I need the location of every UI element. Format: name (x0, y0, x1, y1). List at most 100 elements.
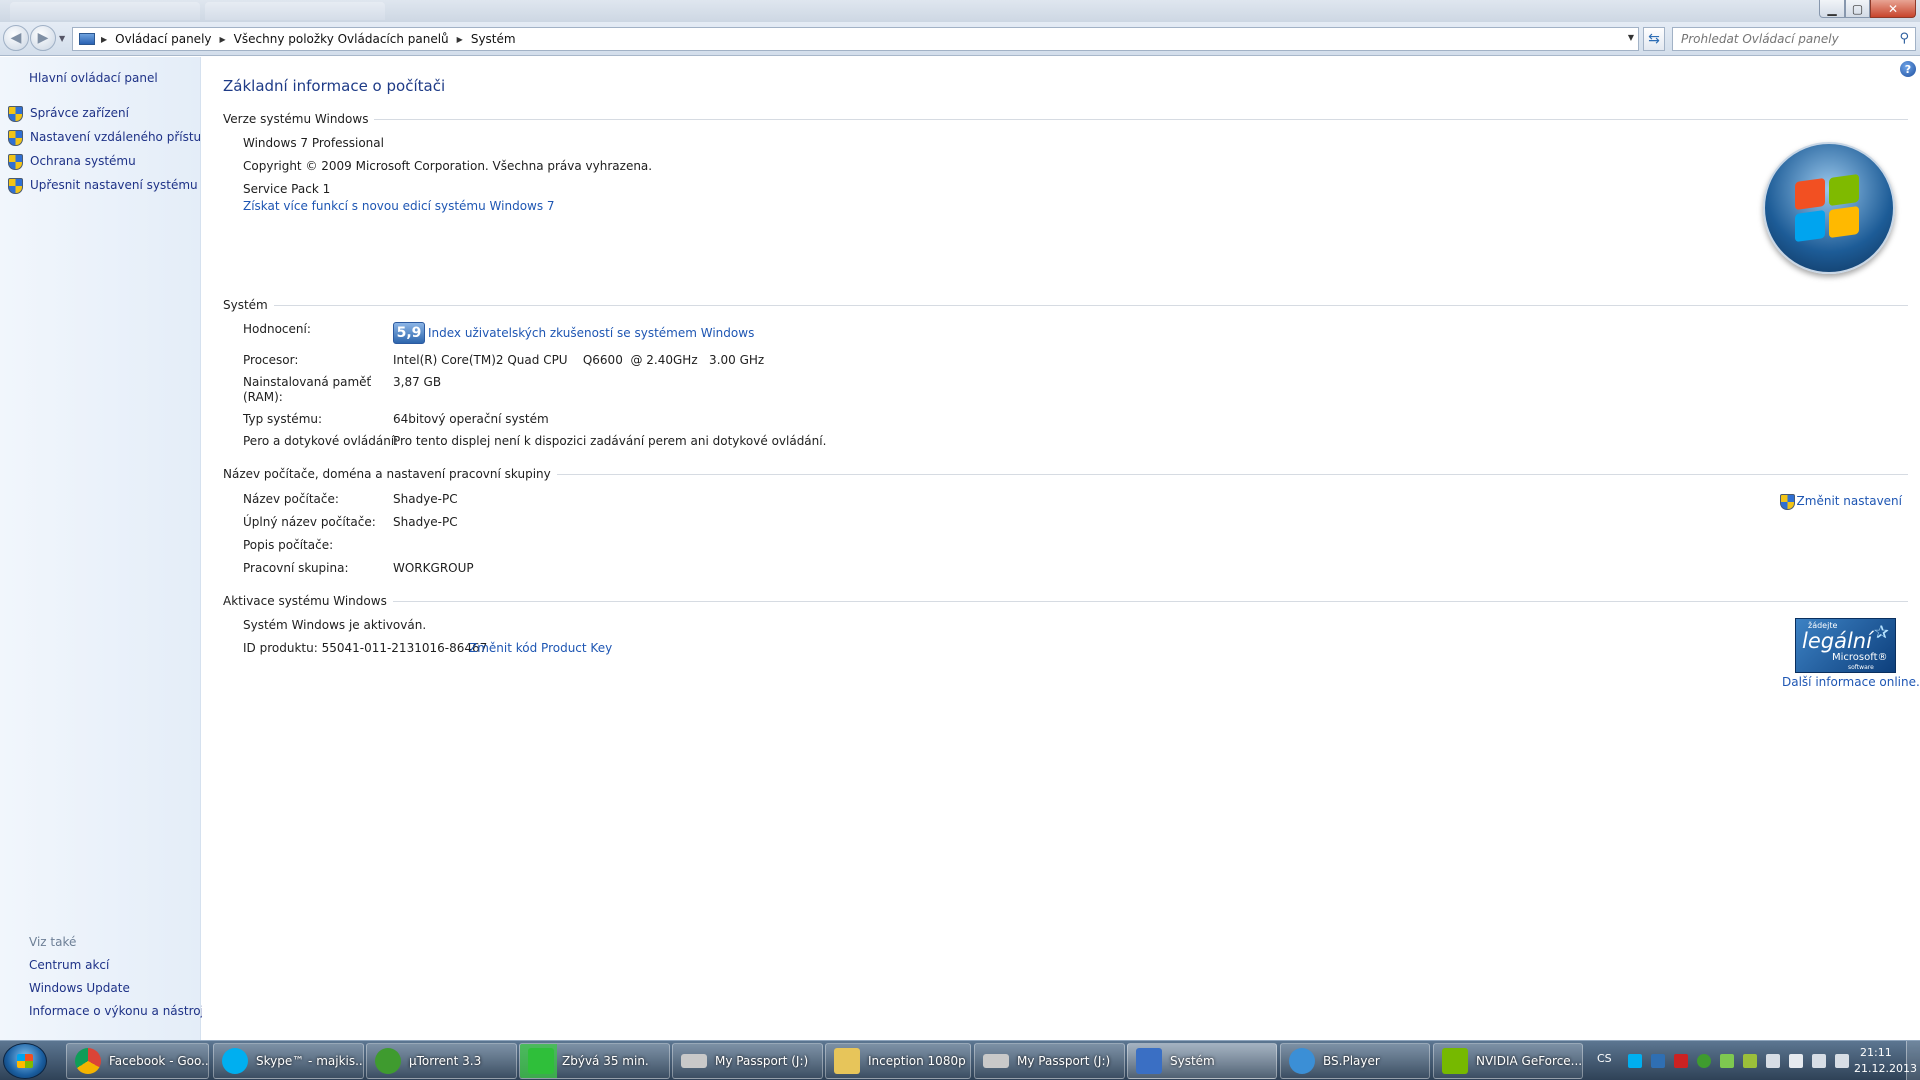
recent-pages-dropdown-icon[interactable]: ▼ (59, 34, 65, 43)
task-link-system-protection[interactable]: Ochrana systému (7, 153, 136, 170)
taskbar-button-label: µTorrent 3.3 (409, 1054, 482, 1068)
section-heading: Systém (223, 298, 268, 312)
service-pack: Service Pack 1 (243, 182, 331, 196)
address-history-dropdown-icon[interactable]: ▼ (1628, 33, 1634, 42)
taskbar-button[interactable]: NVIDIA GeForce... (1433, 1043, 1583, 1079)
skype-tray-icon[interactable] (1628, 1054, 1642, 1068)
system-icon (1136, 1048, 1162, 1074)
taskbar-button-label: Skype™ - majkis... (256, 1054, 364, 1068)
skype-icon (222, 1048, 248, 1074)
help-icon[interactable]: ? (1900, 61, 1916, 77)
section-divider (374, 118, 1908, 120)
section-divider (392, 600, 1908, 602)
section-heading: Název počítače, doména a nastavení praco… (223, 467, 551, 481)
forward-button[interactable]: ▶ (30, 25, 56, 51)
drive-icon (983, 1054, 1009, 1068)
system-type-value: 64bitový operační systém (393, 412, 549, 426)
experience-index-score-badge[interactable]: 5,9 (393, 322, 425, 344)
breadcrumb-item[interactable]: Systém (465, 32, 522, 46)
close-button[interactable]: ✕ (1870, 0, 1916, 18)
task-pane: Hlavní ovládací panel Správce zařízení N… (0, 57, 216, 1040)
see-also-link-windows-update[interactable]: Windows Update (29, 981, 130, 995)
refresh-button[interactable]: ⇆ (1643, 27, 1665, 51)
clock-time[interactable]: 21:11 (1860, 1046, 1892, 1059)
chevron-right-icon[interactable]: ▶ (99, 35, 109, 44)
volume-icon[interactable] (1766, 1054, 1780, 1068)
taskbar-button-active[interactable]: Systém (1127, 1043, 1277, 1079)
change-product-key-link[interactable]: Změnit kód Product Key (469, 641, 612, 655)
search-box[interactable]: ⚲ (1672, 27, 1916, 51)
full-computer-name-label: Úplný název počítače: (243, 515, 376, 529)
see-also-link-performance[interactable]: Informace o výkonu a nástroje (29, 1004, 211, 1018)
taskbar-button[interactable]: Skype™ - majkis... (213, 1043, 364, 1079)
computer-name-label: Název počítače: (243, 492, 339, 506)
search-input[interactable] (1673, 28, 1883, 50)
task-link-label[interactable]: Nastavení vzdáleného přístupu (30, 130, 216, 144)
breadcrumb-item[interactable]: Všechny položky Ovládacích panelů (228, 32, 455, 46)
taskbar-button-label: Zbývá 35 min. (562, 1054, 649, 1068)
badge-text: software (1848, 664, 1874, 671)
nvidia-tray-icon[interactable] (1720, 1054, 1734, 1068)
task-link-remote-settings[interactable]: Nastavení vzdáleného přístupu (7, 129, 216, 146)
utorrent-tray-icon[interactable] (1697, 1054, 1711, 1068)
uac-shield-icon (7, 105, 23, 122)
task-link-label[interactable]: Upřesnit nastavení systému (30, 178, 198, 192)
windows-logo-flag-green (1829, 173, 1859, 207)
chevron-right-icon[interactable]: ▶ (455, 35, 465, 44)
start-button[interactable] (3, 1043, 47, 1079)
security-tray-icon[interactable] (1674, 1054, 1688, 1068)
genuine-microsoft-badge[interactable]: žádejte legální Microsoft® software ✰ (1795, 618, 1896, 673)
taskbar-button-label: My Passport (J:) (1017, 1054, 1111, 1068)
task-link-advanced-settings[interactable]: Upřesnit nastavení systému (7, 177, 198, 194)
back-button[interactable]: ◀ (3, 25, 29, 51)
badge-text: Microsoft® (1832, 652, 1888, 663)
folder-icon (834, 1048, 860, 1074)
windows-logo (1763, 142, 1895, 274)
task-link-label[interactable]: Ochrana systému (30, 154, 136, 168)
maximize-button[interactable]: ▢ (1845, 0, 1870, 18)
chevron-right-icon[interactable]: ▶ (218, 35, 228, 44)
language-indicator[interactable]: CS (1597, 1052, 1612, 1065)
network-drive-tray-icon[interactable] (1651, 1054, 1665, 1068)
full-computer-name-value: Shadye-PC (393, 515, 458, 529)
back-arrow-icon: ◀ (10, 30, 22, 46)
uac-shield-icon (7, 177, 23, 194)
task-link-label[interactable]: Správce zařízení (30, 106, 129, 120)
taskbar-button[interactable]: Facebook - Goo... (66, 1043, 209, 1079)
power-icon[interactable] (1835, 1054, 1849, 1068)
taskbar-button[interactable]: BS.Player (1280, 1043, 1430, 1079)
taskbar-button-label: My Passport (J:) (715, 1054, 809, 1068)
nvidia-icon (1442, 1048, 1468, 1074)
minimize-button[interactable]: ▁ (1819, 0, 1845, 18)
change-settings-button[interactable]: Změnit nastavení (1779, 493, 1902, 510)
upgrade-edition-link[interactable]: Získat více funkcí s novou edicí systému… (243, 199, 555, 213)
breadcrumb-item[interactable]: Ovládací panely (109, 32, 217, 46)
taskbar-button[interactable]: Inception 1080p (825, 1043, 971, 1079)
processor-value: Intel(R) Core(TM)2 Quad CPU Q6600 @ 2.40… (393, 353, 765, 367)
ram-label: Nainstalovaná paměť (243, 375, 372, 389)
change-settings-link[interactable]: Změnit nastavení (1797, 494, 1902, 508)
control-panel-home-link[interactable]: Hlavní ovládací panel (29, 71, 158, 85)
refresh-icon: ⇆ (1648, 31, 1660, 47)
taskbar-button[interactable]: My Passport (J:) (672, 1043, 823, 1079)
breadcrumb[interactable]: ▶ Ovládací panely ▶ Všechny položky Ovlá… (72, 27, 1639, 51)
task-link-device-manager[interactable]: Správce zařízení (7, 105, 129, 122)
usb-tray-icon[interactable] (1743, 1054, 1757, 1068)
show-desktop-button[interactable] (1906, 1041, 1920, 1080)
network-icon[interactable] (1812, 1054, 1826, 1068)
more-info-online-link[interactable]: Další informace online... (1782, 675, 1920, 689)
section-divider (273, 304, 1908, 306)
experience-index-link[interactable]: Index uživatelských zkušeností se systém… (428, 326, 754, 340)
taskbar-button-copy-progress[interactable]: Zbývá 35 min. (519, 1043, 670, 1079)
taskbar-button-label: Inception 1080p (868, 1054, 966, 1068)
action-center-flag-icon[interactable] (1789, 1054, 1803, 1068)
see-also-link-action-center[interactable]: Centrum akcí (29, 958, 109, 972)
taskbar-button-label: Facebook - Goo... (109, 1054, 209, 1068)
uac-shield-icon (1779, 493, 1795, 510)
search-icon[interactable]: ⚲ (1899, 31, 1909, 46)
taskbar-button[interactable]: My Passport (J:) (974, 1043, 1125, 1079)
address-toolbar: ◀ ▶ ▼ ▶ Ovládací panely ▶ Všechny položk… (0, 22, 1920, 56)
section-system: Systém (223, 298, 1908, 312)
taskbar-button[interactable]: µTorrent 3.3 (366, 1043, 517, 1079)
pen-touch-label: Pero a dotykové ovládání: (243, 434, 399, 448)
